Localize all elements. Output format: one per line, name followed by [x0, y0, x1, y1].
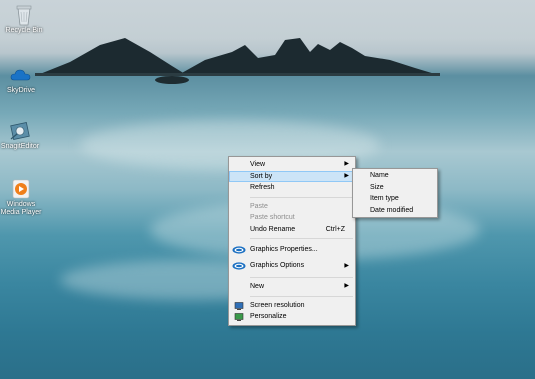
desktop-icon-windows-media-player[interactable]: Windows Media Player: [0, 178, 45, 217]
menu-item-screen-resolution[interactable]: Screen resolution: [229, 300, 355, 312]
menu-item-undo-rename[interactable]: Undo Rename Ctrl+Z: [229, 224, 355, 236]
desktop-icon-label: SkyDrive: [6, 87, 35, 94]
menu-item-label: Item type: [370, 195, 399, 202]
submenu-item-date-modified[interactable]: Date modified: [353, 205, 437, 217]
menu-item-label: Graphics Options: [250, 262, 305, 269]
menu-item-personalize[interactable]: Personalize: [229, 311, 355, 323]
desktop-icon-snagit[interactable]: SnagitEditor: [0, 120, 44, 151]
menu-item-paste[interactable]: Paste: [229, 201, 355, 213]
submenu-arrow-icon: ▶: [344, 161, 349, 167]
menu-item-label: Personalize: [250, 313, 287, 320]
menu-item-label: Name: [370, 172, 389, 179]
menu-separator: [250, 295, 353, 297]
submenu-arrow-icon: ▶: [344, 263, 349, 269]
menu-item-new[interactable]: New ▶: [229, 281, 355, 293]
menu-item-graphics-properties[interactable]: Graphics Properties...: [229, 242, 355, 258]
recycle-bin-icon: [16, 5, 32, 26]
menu-item-label: View: [250, 161, 266, 168]
screen-resolution-icon: [234, 301, 244, 310]
submenu-item-name[interactable]: Name: [353, 170, 437, 182]
menu-separator: [250, 277, 353, 278]
menu-item-label: New: [250, 283, 265, 290]
snagit-icon: [10, 122, 30, 140]
menu-item-label: Refresh: [250, 184, 275, 191]
menu-item-sort-by[interactable]: Sort by ▶: [229, 170, 355, 182]
submenu-arrow-icon: ▶: [344, 172, 349, 179]
desktop-icon-label: Windows: [6, 201, 36, 208]
menu-item-refresh[interactable]: Refresh: [229, 182, 355, 194]
submenu-arrow-icon: ▶: [344, 283, 349, 289]
desktop-icon-skydrive[interactable]: SkyDrive: [0, 64, 45, 95]
submenu-item-size[interactable]: Size: [353, 182, 437, 194]
desktop-icon-label: Recycle Bin: [5, 27, 43, 34]
intel-graphics-icon: [232, 262, 246, 270]
menu-item-label: Sort by: [250, 172, 273, 180]
menu-separator: [250, 238, 353, 239]
menu-item-paste-shortcut[interactable]: Paste shortcut: [229, 212, 355, 224]
sort-by-submenu: Name Size Item type Date modified: [352, 168, 438, 218]
submenu-item-item-type[interactable]: Item type: [353, 193, 437, 205]
shortcut-label: Ctrl+Z: [325, 225, 345, 233]
desktop-icon-recycle-bin[interactable]: Recycle Bin: [0, 4, 48, 35]
menu-item-label: Date modified: [370, 206, 414, 214]
intel-graphics-icon: [232, 246, 246, 254]
personalize-icon: [234, 313, 244, 321]
menu-item-label: Paste: [250, 202, 268, 210]
menu-item-label: Graphics Properties...: [250, 246, 318, 253]
menu-item-graphics-options[interactable]: Graphics Options ▶: [229, 258, 355, 274]
menu-item-label: Size: [370, 183, 384, 191]
menu-item-label: Screen resolution: [250, 301, 305, 309]
menu-separator: [250, 196, 353, 198]
desktop-icon-label: Media Player: [0, 209, 42, 216]
menu-item-label: Paste shortcut: [250, 214, 295, 221]
skydrive-icon: [10, 69, 31, 81]
menu-item-label: Undo Rename: [250, 225, 296, 233]
desktop-context-menu: View ▶ Sort by ▶ Refresh Paste Paste sho…: [228, 156, 356, 326]
media-player-icon: [12, 179, 30, 199]
desktop-icon-label: SnagitEditor: [0, 143, 40, 150]
menu-item-view[interactable]: View ▶: [229, 159, 355, 171]
